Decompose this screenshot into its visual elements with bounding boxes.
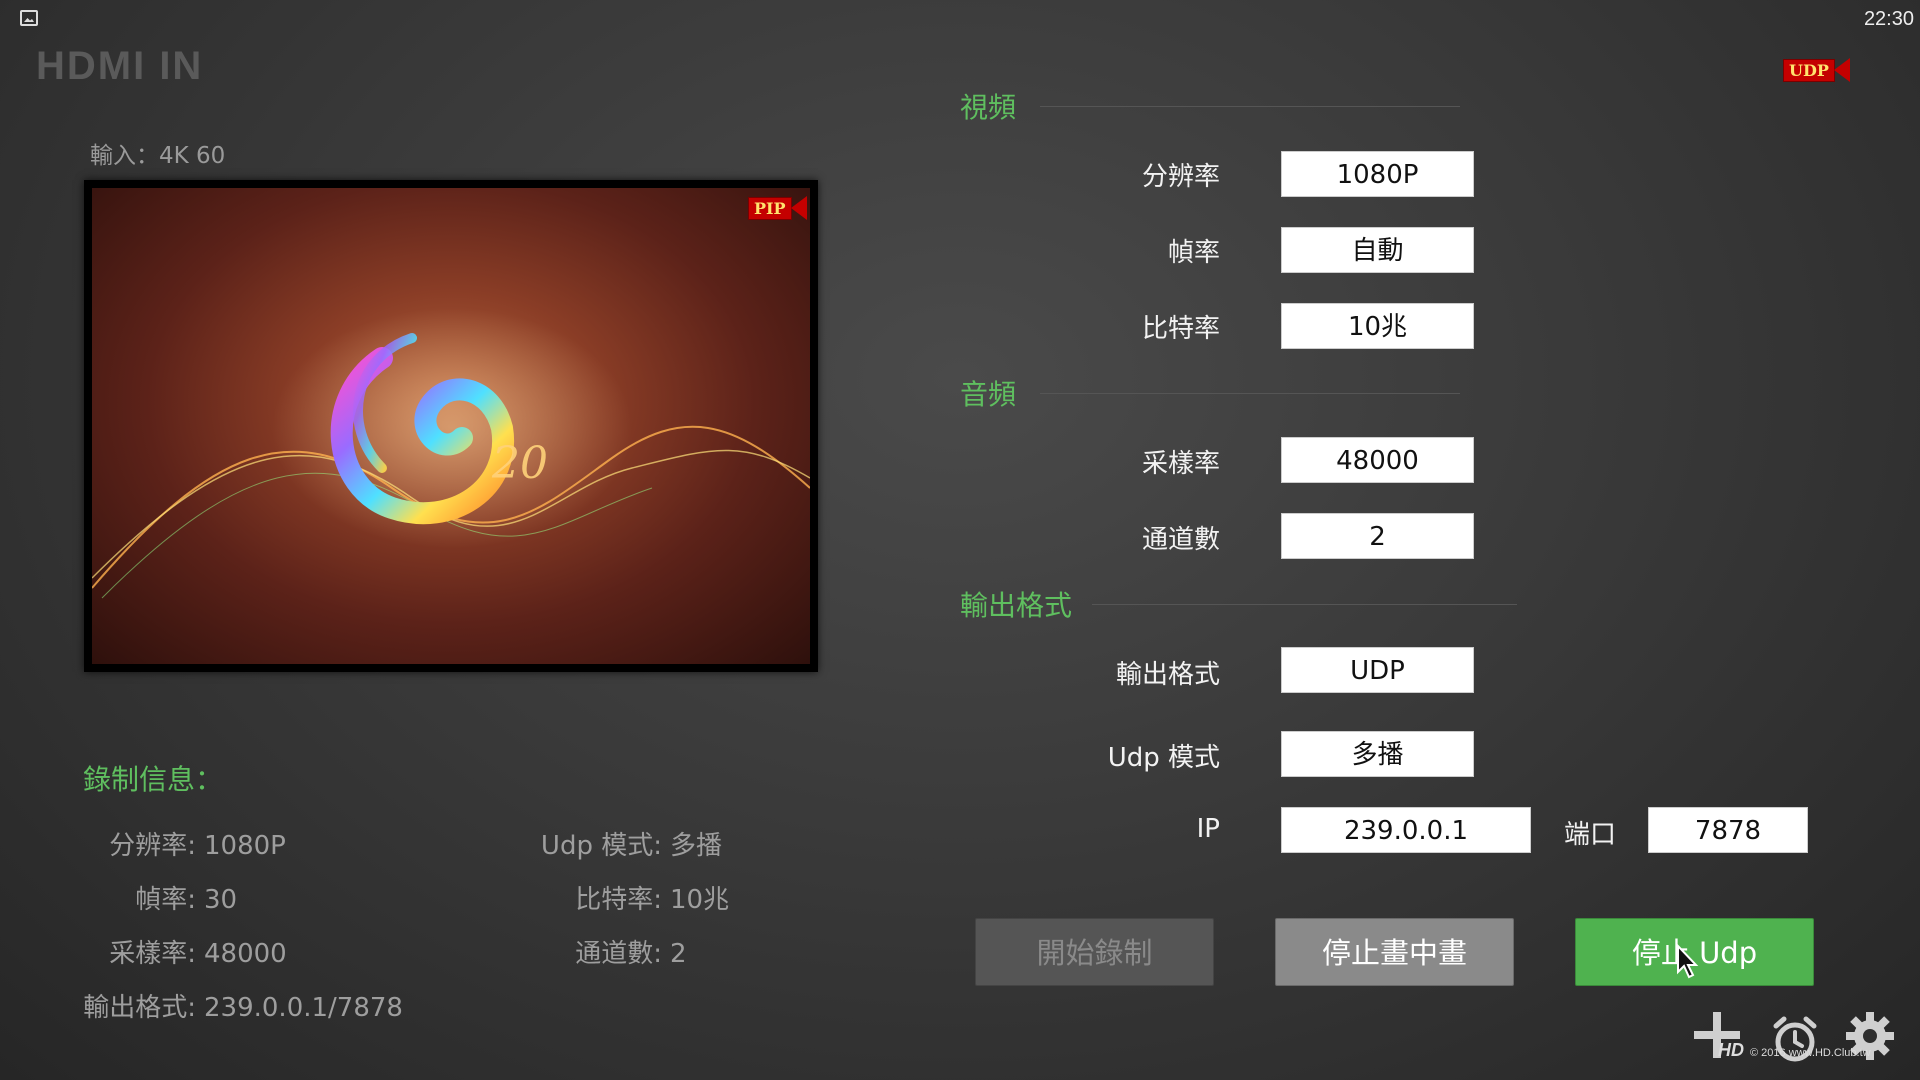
rec-resolution: 分辨率: 1080P (0, 825, 286, 862)
udp-camera-badge-icon: UDP (1783, 58, 1850, 82)
rec-sample-rate: 采樣率: 48000 (0, 933, 287, 970)
input-info: 輸入：4K 60 (90, 143, 226, 169)
start-record-button[interactable]: 開始錄制 (975, 918, 1214, 986)
rec-udp-mode-label: Udp 模式: (540, 831, 662, 861)
preview-logo-image: 20 (92, 308, 810, 599)
gallery-icon (20, 10, 38, 26)
audio-section-divider (1040, 393, 1460, 394)
pip-badge-label: PIP (748, 196, 792, 220)
audio-sample-rate-select[interactable]: 48000 (1281, 437, 1474, 483)
audio-channels-select[interactable]: 2 (1281, 513, 1474, 559)
video-bitrate-label: 比特率 (1141, 314, 1220, 344)
record-info-title: 錄制信息： (83, 763, 224, 796)
svg-text:20: 20 (491, 438, 548, 489)
video-resolution-select[interactable]: 1080P (1281, 151, 1474, 197)
ip-label: IP (1196, 814, 1220, 844)
output-section-divider (1092, 604, 1517, 605)
rec-channels: 通道數: 2 (458, 933, 687, 970)
audio-channels-label: 通道數 (1141, 525, 1220, 555)
ip-input[interactable]: 239.0.0.1 (1281, 807, 1531, 853)
rec-channels-label: 通道數: (575, 939, 662, 969)
output-format-select[interactable]: UDP (1281, 647, 1474, 693)
rec-frame-rate-value: 30 (204, 885, 238, 915)
watermark: HD © 2016 www.HD.Club.tw (1718, 1040, 1871, 1061)
stop-pip-button[interactable]: 停止畫中畫 (1275, 918, 1514, 986)
rec-bitrate: 比特率: 10兆 (458, 879, 729, 916)
rec-sample-rate-value: 48000 (204, 939, 287, 969)
rec-resolution-label: 分辨率: (109, 831, 196, 861)
port-label: 端口 (1564, 820, 1617, 850)
video-section-title: 視頻 (960, 91, 1017, 124)
udp-badge-label: UDP (1783, 58, 1835, 82)
rec-udp-mode: Udp 模式: 多播 (458, 825, 722, 862)
rec-sample-rate-label: 采樣率: (109, 939, 196, 969)
rec-output-format: 輸出格式: 239.0.0.1/7878 (0, 987, 403, 1024)
mouse-cursor-icon (1677, 944, 1699, 979)
audio-section-title: 音頻 (960, 378, 1017, 411)
preview-video: 20 (92, 188, 810, 664)
rec-bitrate-value: 10兆 (670, 885, 730, 915)
rec-output-format-label: 輸出格式: (83, 993, 196, 1023)
video-resolution-label: 分辨率 (1141, 162, 1220, 192)
rec-bitrate-label: 比特率: (575, 885, 662, 915)
udp-mode-select[interactable]: 多播 (1281, 731, 1474, 777)
rec-frame-rate: 幀率: 30 (0, 879, 237, 916)
video-frame-rate-select[interactable]: 自動 (1281, 227, 1474, 273)
rec-channels-value: 2 (670, 939, 687, 969)
watermark-logo: HD (1718, 1040, 1744, 1060)
app-title: HDMI IN (36, 44, 204, 88)
watermark-text: © 2016 www.HD.Club.tw (1750, 1047, 1871, 1059)
pip-camera-badge-icon: PIP (748, 196, 807, 220)
video-bitrate-select[interactable]: 10兆 (1281, 303, 1474, 349)
rec-output-format-value: 239.0.0.1/7878 (204, 993, 403, 1023)
rec-frame-rate-label: 幀率: (135, 885, 196, 915)
rec-udp-mode-value: 多播 (670, 831, 723, 861)
udp-mode-label: Udp 模式 (1107, 743, 1220, 773)
rec-resolution-value: 1080P (204, 831, 286, 861)
status-clock: 22:30 (1863, 8, 1914, 30)
port-input[interactable]: 7878 (1648, 807, 1808, 853)
output-section-title: 輸出格式 (960, 589, 1073, 622)
audio-sample-rate-label: 采樣率 (1141, 449, 1220, 479)
video-section-divider (1040, 106, 1460, 107)
video-frame-rate-label: 幀率 (1167, 238, 1220, 268)
output-format-label: 輸出格式 (1115, 660, 1220, 690)
hdmi-preview[interactable]: 20 (84, 180, 818, 672)
